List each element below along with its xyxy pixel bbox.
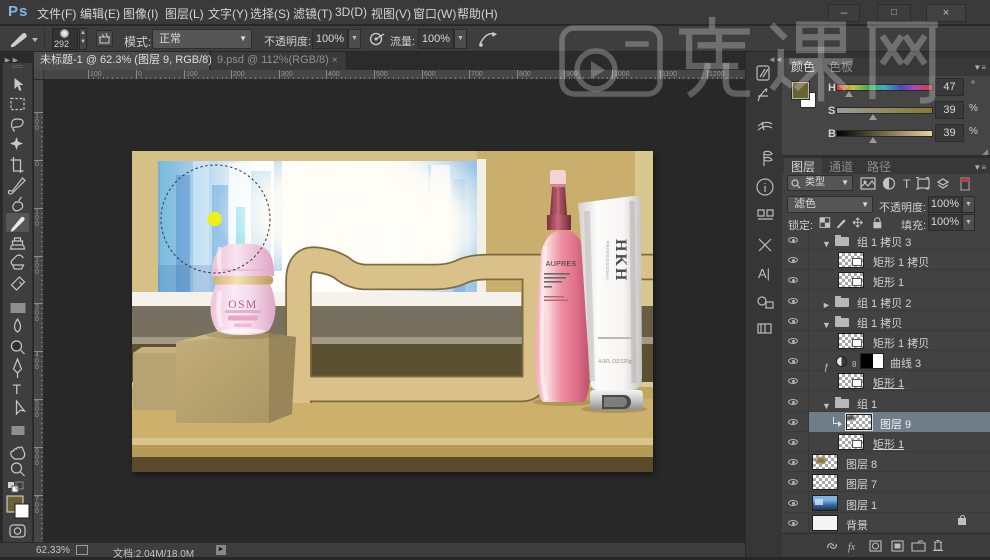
svg-text:OSM: OSM (228, 299, 257, 311)
svg-text:AUPRES: AUPRES (546, 259, 577, 268)
svg-text:T: T (903, 177, 911, 191)
svg-text:PROFESSIONAL: PROFESSIONAL (605, 241, 610, 281)
svg-text:T: T (13, 381, 22, 397)
svg-text:HKH: HKH (612, 239, 629, 282)
svg-text:fx: fx (848, 542, 856, 553)
svg-text:4.0FL OZ/120g: 4.0FL OZ/120g (598, 359, 632, 365)
svg-text:A|: A| (758, 266, 770, 281)
